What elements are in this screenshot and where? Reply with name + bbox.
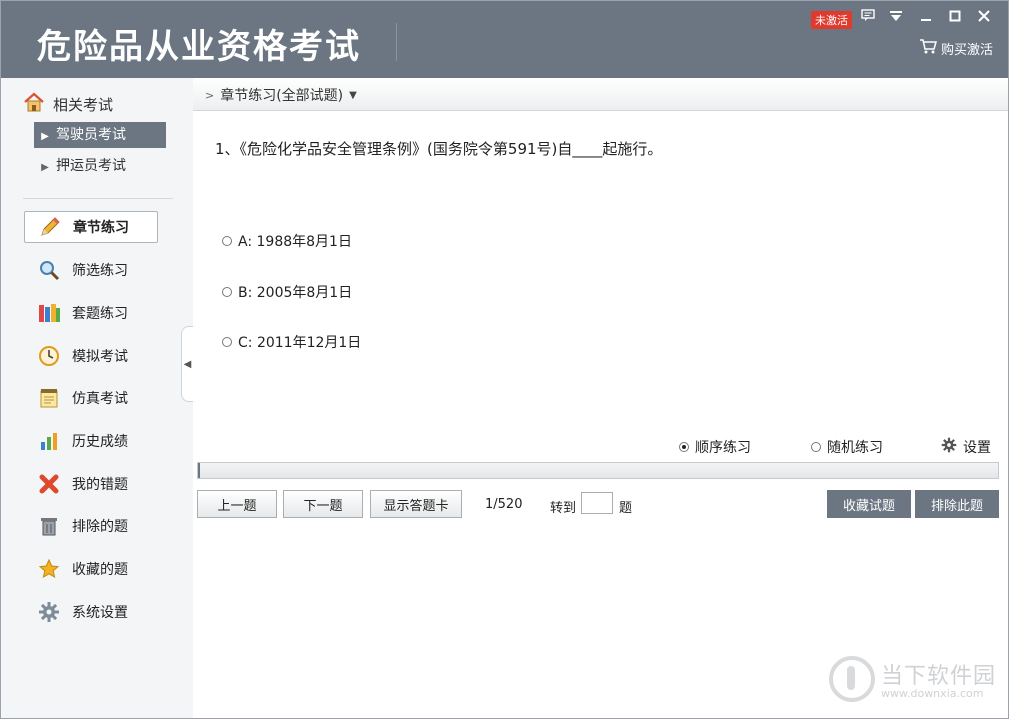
watermark-logo: [829, 656, 875, 702]
radio-button[interactable]: [811, 442, 821, 452]
chat-icon[interactable]: [857, 7, 879, 29]
mode-sequential[interactable]: 顺序练习: [679, 437, 751, 457]
sidebar-item-label: 模拟考试: [72, 349, 128, 365]
progress-bar: [197, 462, 999, 479]
radio-button[interactable]: [222, 337, 232, 347]
exam-type-escort[interactable]: ▶ 押运员考试: [34, 153, 166, 179]
prev-question-button[interactable]: 上一题: [197, 490, 277, 518]
red-x-icon: [36, 473, 62, 495]
chevron-left-icon: ◀: [183, 358, 192, 370]
magnifier-icon: [36, 259, 62, 281]
exclude-question-button[interactable]: 排除此题: [915, 490, 999, 518]
option-c[interactable]: C: 2011年12月1日: [222, 332, 361, 352]
clock-icon: [36, 345, 62, 367]
dropdown-icon[interactable]: [885, 7, 907, 29]
radio-button[interactable]: [222, 287, 232, 297]
radio-button[interactable]: [222, 236, 232, 246]
buy-activate-button[interactable]: 购买激活: [919, 39, 993, 58]
sidebar-item-label: 仿真考试: [72, 391, 128, 407]
title-bar: 危险品从业资格考试 未激活 购买激活: [1, 1, 1008, 78]
books-icon: [36, 302, 62, 324]
mode-label: 顺序练习: [695, 440, 751, 456]
option-label: B: 2005年8月1日: [238, 285, 353, 301]
bar-chart-icon: [36, 430, 62, 452]
sidebar-item-history-scores[interactable]: 历史成绩: [24, 425, 158, 457]
option-label: C: 2011年12月1日: [238, 335, 362, 351]
favorite-question-button[interactable]: 收藏试题: [827, 490, 911, 518]
option-label: A: 1988年8月1日: [238, 234, 352, 250]
sidebar-item-filter-practice[interactable]: 筛选练习: [24, 254, 158, 286]
sidebar-item-mock-exam[interactable]: 模拟考试: [24, 340, 158, 372]
exam-type-label: 押运员考试: [56, 158, 126, 174]
sidebar-item-set-practice[interactable]: 套题练习: [24, 297, 158, 329]
sidebar-item-label: 收藏的题: [72, 562, 128, 578]
minimize-icon[interactable]: [915, 7, 937, 29]
sidebar-item-favorites[interactable]: 收藏的题: [24, 553, 158, 585]
sidebar-item-label: 排除的题: [72, 519, 128, 535]
close-icon[interactable]: [973, 7, 995, 29]
progress-fill: [198, 463, 200, 478]
related-exams-label: 相关考试: [53, 95, 114, 114]
trash-icon: [36, 515, 62, 537]
question-text: 1、《危险化学品安全管理条例》(国务院令第591号)自____起施行。: [215, 140, 663, 158]
settings-label: 设置: [963, 440, 991, 456]
sidebar-item-label: 历史成绩: [72, 434, 128, 450]
sidebar-item-label: 筛选练习: [72, 263, 128, 279]
mode-label: 随机练习: [827, 440, 883, 456]
option-a[interactable]: A: 1988年8月1日: [222, 231, 352, 251]
next-question-button[interactable]: 下一题: [283, 490, 363, 518]
buy-activate-label: 购买激活: [941, 43, 994, 58]
sidebar-item-label: 章节练习: [73, 220, 129, 236]
radio-button[interactable]: [679, 442, 689, 452]
sidebar-item-label: 系统设置: [72, 605, 128, 621]
activation-badge[interactable]: 未激活: [811, 11, 852, 29]
sidebar-item-chapter-practice[interactable]: 章节练习: [24, 211, 158, 243]
watermark-name: 当下软件园: [881, 664, 997, 689]
gear-icon: [941, 437, 957, 457]
gear-icon: [36, 601, 62, 623]
sidebar: 相关考试 ▶ 驾驶员考试 ▶ 押运员考试 章节练习 筛选练习 套题练习 模拟考试…: [1, 78, 193, 718]
title-divider: [396, 23, 397, 61]
breadcrumb[interactable]: > 章节练习(全部试题) ▼: [205, 85, 357, 105]
sidebar-divider: [23, 198, 173, 199]
option-b[interactable]: B: 2005年8月1日: [222, 282, 352, 302]
sidebar-item-label: 套题练习: [72, 306, 128, 322]
related-exams-heading: 相关考试: [23, 92, 113, 116]
chevron-right-icon: ▶: [41, 131, 49, 142]
star-icon: [36, 558, 62, 580]
sidebar-item-simulation-exam[interactable]: 仿真考试: [24, 382, 158, 414]
cart-icon: [919, 39, 937, 58]
sidebar-item-excluded[interactable]: 排除的题: [24, 510, 158, 542]
sidebar-item-my-mistakes[interactable]: 我的错题: [24, 468, 158, 500]
maximize-icon[interactable]: [944, 7, 966, 29]
app-window: 危险品从业资格考试 未激活 购买激活 相关考试 ▶ 驾驶员考试 ▶ 押运员考试 …: [0, 0, 1009, 719]
home-icon: [23, 92, 45, 116]
goto-label: 转到: [550, 501, 577, 516]
watermark-url: www.downxia.com: [881, 687, 984, 700]
settings-button[interactable]: 设置: [941, 437, 991, 457]
caret-down-icon: ▼: [349, 89, 357, 101]
breadcrumb-bar: > 章节练习(全部试题) ▼: [193, 78, 1008, 111]
goto-input[interactable]: [581, 492, 613, 514]
app-title: 危险品从业资格考试: [37, 27, 361, 67]
chevron-right-icon: ▶: [41, 162, 49, 173]
exam-type-label: 驾驶员考试: [56, 127, 126, 143]
mode-random[interactable]: 随机练习: [811, 437, 883, 457]
exam-type-driver[interactable]: ▶ 驾驶员考试: [34, 122, 166, 148]
goto-suffix: 题: [619, 501, 633, 516]
sidebar-item-label: 我的错题: [72, 477, 128, 493]
sidebar-item-system-settings[interactable]: 系统设置: [24, 596, 158, 628]
notepad-icon: [36, 387, 62, 409]
question-counter: 1/520: [485, 497, 523, 512]
show-answer-card-button[interactable]: 显示答题卡: [370, 490, 462, 518]
breadcrumb-label: 章节练习(全部试题): [220, 88, 344, 104]
pencil-icon: [37, 216, 63, 238]
sidebar-collapse-handle[interactable]: ◀: [181, 326, 193, 402]
chevron-right-icon: >: [205, 88, 215, 102]
